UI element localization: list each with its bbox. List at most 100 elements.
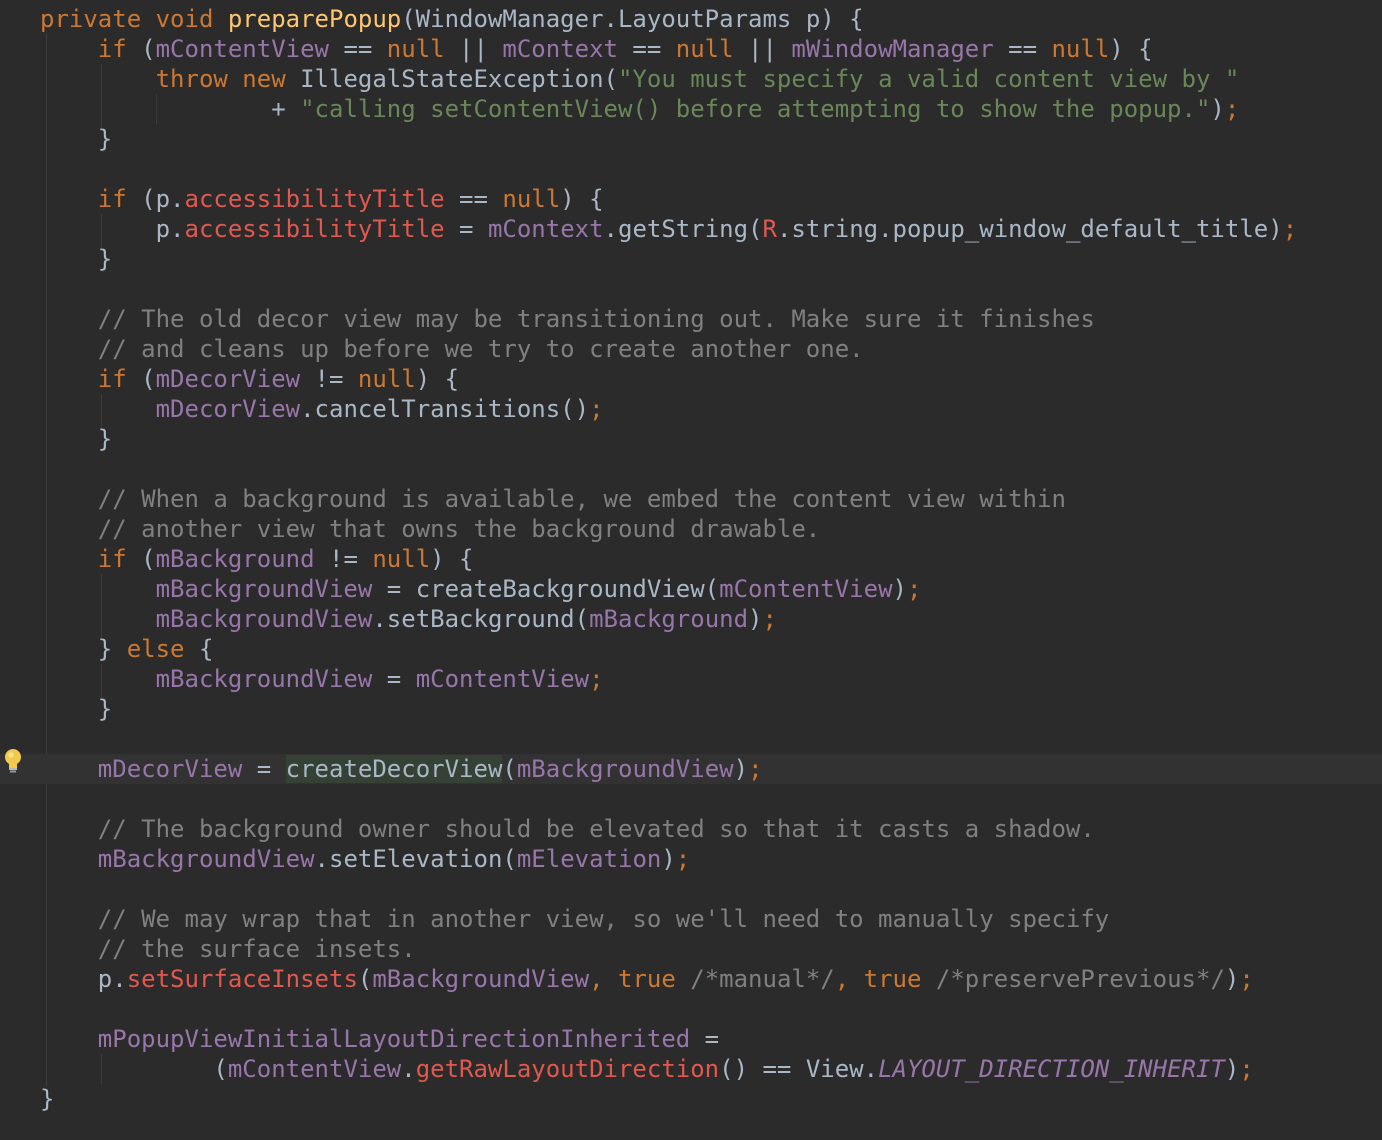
code-line[interactable]: } bbox=[40, 424, 1382, 454]
code-token: == bbox=[617, 35, 676, 63]
code-token: // The background owner should be elevat… bbox=[97, 815, 1095, 843]
code-line[interactable] bbox=[40, 784, 1382, 814]
code-token: ) bbox=[1224, 965, 1240, 993]
code-line[interactable]: // The background owner should be elevat… bbox=[40, 814, 1382, 844]
code-token: IllegalStateException( bbox=[300, 65, 618, 93]
code-token: .string.popup_window_default_title) bbox=[776, 215, 1283, 243]
lightbulb-icon[interactable] bbox=[2, 746, 24, 776]
code-token: mDecorView bbox=[155, 395, 301, 423]
code-line[interactable] bbox=[40, 274, 1382, 304]
code-token: else bbox=[126, 635, 199, 663]
code-line[interactable]: mBackgroundView.setBackground(mBackgroun… bbox=[40, 604, 1382, 634]
code-line[interactable] bbox=[40, 454, 1382, 484]
code-token: ) { bbox=[430, 545, 474, 573]
code-token: || bbox=[733, 35, 792, 63]
code-token: == bbox=[329, 35, 387, 63]
code-line[interactable]: if (p.accessibilityTitle == null) { bbox=[40, 184, 1382, 214]
code-editor[interactable]: private void preparePopup(WindowManager.… bbox=[0, 0, 1382, 1140]
code-line[interactable]: } bbox=[40, 124, 1382, 154]
code-line[interactable]: // When a background is available, we em… bbox=[40, 484, 1382, 514]
code-token: ; bbox=[1239, 965, 1254, 993]
code-line[interactable]: // the surface insets. bbox=[40, 934, 1382, 964]
code-token: mBackgroundView bbox=[97, 845, 315, 873]
code-line[interactable] bbox=[40, 874, 1382, 904]
code-token: ; bbox=[1282, 215, 1298, 243]
code-line[interactable] bbox=[40, 994, 1382, 1024]
code-token: ; bbox=[906, 575, 922, 603]
code-line[interactable]: throw new IllegalStateException("You mus… bbox=[40, 64, 1382, 94]
code-token: /*manual*/ bbox=[690, 965, 835, 993]
code-token: // and cleans up before we try to create… bbox=[97, 335, 864, 363]
code-line[interactable]: } bbox=[40, 244, 1382, 274]
code-line[interactable]: } bbox=[40, 1084, 1382, 1114]
code-line[interactable] bbox=[40, 154, 1382, 184]
code-token: mPopupViewInitialLayoutDirectionInherite… bbox=[97, 1025, 691, 1053]
code-token: { bbox=[198, 635, 214, 663]
code-line[interactable]: // another view that owns the background… bbox=[40, 514, 1382, 544]
code-token: (WindowManager.LayoutParams p) { bbox=[401, 5, 864, 33]
code-line[interactable]: // The old decor view may be transitioni… bbox=[40, 304, 1382, 334]
code-token: mBackground bbox=[155, 545, 315, 573]
code-line[interactable]: } bbox=[40, 694, 1382, 724]
code-token: accessibilityTitle bbox=[184, 185, 445, 213]
code-line[interactable]: private void preparePopup(WindowManager.… bbox=[40, 4, 1382, 34]
code-token: ) bbox=[892, 575, 907, 603]
code-token: setSurfaceInsets bbox=[126, 965, 358, 993]
code-token: accessibilityTitle bbox=[184, 215, 445, 243]
current-code-line[interactable]: mDecorView = createDecorView(mBackground… bbox=[0, 754, 1382, 784]
code-line[interactable]: // We may wrap that in another view, so … bbox=[40, 904, 1382, 934]
code-line[interactable]: + "calling setContentView() before attem… bbox=[40, 94, 1382, 124]
code-token: ) bbox=[748, 605, 763, 633]
code-token: .getString( bbox=[603, 215, 763, 243]
code-token: ; bbox=[1224, 95, 1240, 123]
code-token: ) { bbox=[415, 365, 460, 393]
code-token: != bbox=[314, 545, 373, 573]
code-token: . bbox=[401, 1055, 416, 1083]
code-token: R bbox=[762, 215, 777, 243]
code-token: = bbox=[690, 1025, 720, 1053]
code-token: } bbox=[97, 425, 113, 453]
code-token: null bbox=[675, 35, 734, 63]
code-line[interactable]: if (mBackground != null) { bbox=[40, 544, 1382, 574]
code-token: mDecorView bbox=[155, 365, 301, 393]
code-token: p. bbox=[97, 965, 127, 993]
code-line[interactable]: (mContentView.getRawLayoutDirection() ==… bbox=[40, 1054, 1382, 1084]
code-token: .setBackground( bbox=[372, 605, 590, 633]
code-line[interactable]: mBackgroundView.setElevation(mElevation)… bbox=[40, 844, 1382, 874]
code-line[interactable]: mBackgroundView = mContentView; bbox=[40, 664, 1382, 694]
code-line[interactable]: p.accessibilityTitle = mContext.getStrin… bbox=[40, 214, 1382, 244]
code-token: mBackgroundView bbox=[155, 605, 373, 633]
code-token: mBackgroundView bbox=[155, 665, 373, 693]
code-token: } bbox=[97, 125, 113, 153]
code-line[interactable]: // and cleans up before we try to create… bbox=[40, 334, 1382, 364]
code-token: null bbox=[372, 545, 431, 573]
code-line[interactable] bbox=[40, 724, 1382, 754]
code-token: () == View. bbox=[719, 1055, 879, 1083]
code-token: // When a background is available, we em… bbox=[97, 485, 1066, 513]
code-line[interactable]: p.setSurfaceInsets(mBackgroundView, true… bbox=[40, 964, 1382, 994]
code-line[interactable]: mPopupViewInitialLayoutDirectionInherite… bbox=[40, 1024, 1382, 1054]
code-line[interactable]: mDecorView.cancelTransitions(); bbox=[40, 394, 1382, 424]
code-line[interactable]: mBackgroundView = createBackgroundView(m… bbox=[40, 574, 1382, 604]
code-line[interactable]: if (mDecorView != null) { bbox=[40, 364, 1382, 394]
code-token: } bbox=[97, 695, 113, 723]
code-token: mContext bbox=[487, 215, 604, 243]
code-token: ( bbox=[141, 35, 156, 63]
code-line[interactable]: } else { bbox=[40, 634, 1382, 664]
code-line[interactable]: if (mContentView == null || mContext == … bbox=[40, 34, 1382, 64]
code-token: mBackgroundView bbox=[155, 575, 373, 603]
code-token: if bbox=[97, 185, 142, 213]
code-token: ; bbox=[762, 605, 777, 633]
code-token: } bbox=[97, 635, 127, 663]
code-token: mContext bbox=[502, 35, 618, 63]
